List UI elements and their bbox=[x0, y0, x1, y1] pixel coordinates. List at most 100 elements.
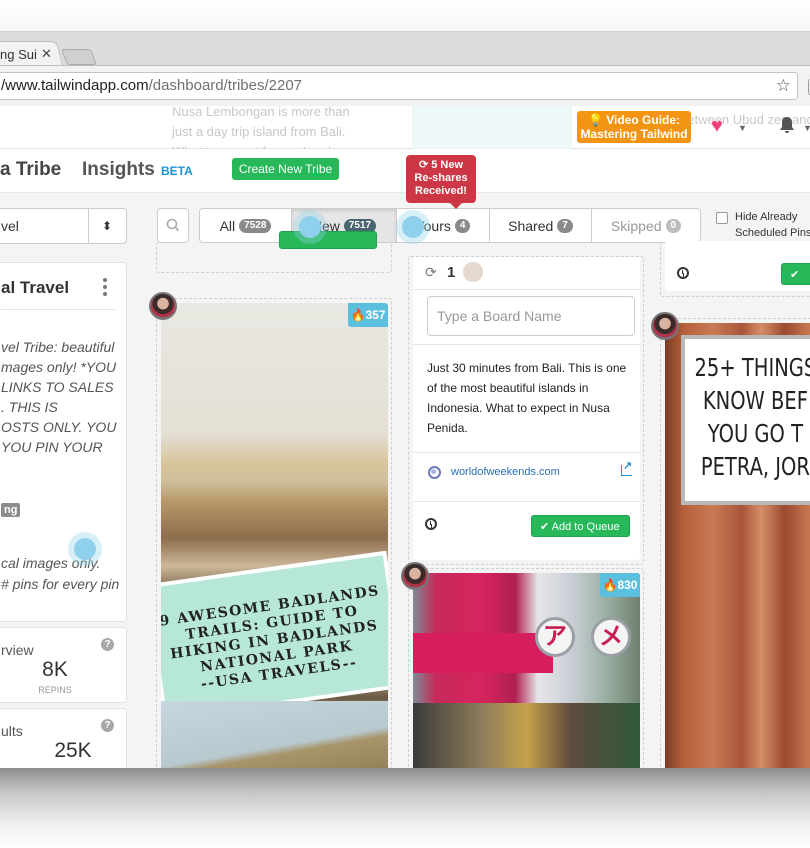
pin-description: Just 30 minutes from Bali. This is one o… bbox=[427, 361, 627, 435]
app-topbar: Nusa Lembongan is more than just a day t… bbox=[0, 106, 810, 179]
external-link-icon[interactable] bbox=[621, 459, 632, 476]
avatar[interactable] bbox=[149, 292, 177, 320]
board-name-input[interactable]: Type a Board Name bbox=[427, 296, 635, 336]
pin-image[interactable]: ア メ 🔥830 bbox=[413, 573, 640, 768]
pin-image-title: 25+ THINGS KNOW BEF YOU GO T PETRA, JOR bbox=[694, 353, 810, 481]
chevron-down-icon[interactable]: ▼ bbox=[738, 123, 747, 133]
search-icon bbox=[166, 218, 180, 232]
add-to-queue-button[interactable]: ✔ bbox=[781, 263, 810, 285]
url-path: /dashboard/tribes/2207 bbox=[148, 77, 303, 94]
tokyo-street bbox=[413, 703, 640, 768]
browser-toolbar: /www.tailwindapp.com/dashboard/tribes/22… bbox=[0, 65, 810, 107]
ghost-panel bbox=[412, 106, 572, 149]
tribe-name: al Travel bbox=[1, 278, 70, 297]
repins-value: 8K bbox=[42, 658, 68, 681]
reach-value: 25K bbox=[54, 739, 92, 762]
pin-card-prev bbox=[156, 231, 392, 273]
source-link[interactable]: worldofweekends.com bbox=[451, 466, 560, 478]
sign-me: メ bbox=[591, 617, 631, 657]
pin-image[interactable]: 25+ THINGS KNOW BEF YOU GO T PETRA, JOR bbox=[665, 323, 810, 768]
search-button[interactable] bbox=[157, 208, 189, 243]
tokyo-awning bbox=[413, 633, 553, 673]
add-to-queue-button[interactable] bbox=[279, 231, 377, 249]
bookmark-star-icon[interactable]: ☆ bbox=[776, 73, 791, 99]
tribe-info-card: al Travel vel Tribe: beautiful mages onl… bbox=[0, 262, 127, 622]
avatar[interactable] bbox=[401, 562, 429, 590]
divider bbox=[413, 452, 640, 453]
divider bbox=[1, 309, 115, 310]
select-divider bbox=[88, 209, 89, 243]
resharer-avatar[interactable] bbox=[463, 262, 483, 282]
reshare-count: 1 bbox=[447, 264, 456, 281]
hide-scheduled-checkbox[interactable] bbox=[716, 212, 728, 224]
count-badge: 4 bbox=[454, 218, 471, 233]
clock-icon[interactable] bbox=[425, 518, 437, 530]
overview-title: rview bbox=[1, 642, 34, 658]
tailwind-page: Nusa Lembongan is more than just a day t… bbox=[0, 106, 810, 768]
tribe-select[interactable]: vel ⬍ bbox=[0, 208, 127, 244]
checkmark-icon: ✔ bbox=[790, 269, 800, 281]
tab-close-icon[interactable]: ✕ bbox=[41, 46, 52, 62]
pin-card-tokyo: ア メ 🔥830 bbox=[408, 568, 644, 768]
touch-indicator bbox=[299, 216, 321, 238]
url-host: /www.tailwindapp.com bbox=[1, 77, 149, 94]
divider bbox=[413, 501, 640, 502]
divider bbox=[413, 344, 640, 345]
overview-card: rview ? 8K REPINS bbox=[0, 627, 127, 703]
count-badge: 7 bbox=[557, 218, 573, 233]
refresh-icon: ⟳ bbox=[418, 159, 429, 171]
more-options-icon[interactable] bbox=[101, 278, 109, 298]
window-shadow bbox=[0, 768, 810, 848]
pin-card-bali: ⟳ 1 Type a Board Name Just 30 minutes fr… bbox=[408, 256, 644, 565]
pin-footer: ✔ bbox=[665, 241, 810, 291]
reshares-badge[interactable]: ⟳ 5 New Re-shares Received! bbox=[406, 155, 476, 209]
clock-icon[interactable] bbox=[677, 267, 689, 279]
touch-indicator bbox=[402, 216, 424, 238]
avatar[interactable] bbox=[651, 312, 679, 340]
reshare-icon: ⟳ bbox=[425, 264, 437, 280]
address-bar[interactable]: /www.tailwindapp.com/dashboard/tribes/22… bbox=[0, 72, 798, 100]
lightbulb-icon: 💡 bbox=[587, 113, 603, 127]
tribe-rules: cal images only. # pins for every pin bbox=[1, 555, 120, 592]
tribe-tag[interactable]: ng bbox=[1, 503, 21, 517]
pin-card-badlands: 9 AWESOME BADLANDS TRAILS: GUIDE TO HIKI… bbox=[156, 298, 392, 768]
nav-tribe[interactable]: a Tribe bbox=[0, 159, 61, 181]
results-title: ults bbox=[1, 723, 23, 739]
checkmark-icon: ✔ bbox=[540, 521, 550, 533]
results-card: ults ? 25K bbox=[0, 708, 127, 768]
fire-icon: 🔥 bbox=[350, 308, 366, 322]
select-arrows-icon: ⬍ bbox=[102, 219, 113, 233]
video-guide-button[interactable]: 💡 Video Guide: Mastering Tailwind bbox=[577, 111, 691, 143]
window-top bbox=[0, 0, 810, 31]
count-badge: 0 bbox=[665, 218, 682, 233]
new-tab-button[interactable] bbox=[61, 49, 97, 65]
pin-image[interactable]: 9 AWESOME BADLANDS TRAILS: GUIDE TO HIKI… bbox=[161, 303, 388, 768]
badlands-lower-photo bbox=[161, 701, 388, 768]
help-icon[interactable]: ? bbox=[101, 719, 114, 732]
heart-icon[interactable]: ♥ bbox=[711, 115, 723, 138]
tab-skipped[interactable]: Skipped 0 bbox=[592, 209, 700, 242]
pin-details: ⟳ 1 Type a Board Name Just 30 minutes fr… bbox=[413, 257, 640, 560]
divider bbox=[413, 289, 640, 290]
bell-icon[interactable] bbox=[779, 116, 795, 134]
help-icon[interactable]: ? bbox=[101, 638, 114, 651]
repin-count-badge: 🔥830 bbox=[600, 573, 640, 597]
touch-indicator bbox=[74, 538, 96, 560]
count-badge: 7528 bbox=[239, 218, 272, 233]
filter-tabs: All 7528 New 7517 Yours 4 Shared 7 Skipped 0 bbox=[199, 208, 701, 243]
tribe-navbar: a Tribe Insights BETA Create New Tribe bbox=[0, 149, 810, 193]
tribe-description: vel Tribe: beautiful mages only! *YOU LI… bbox=[1, 339, 117, 455]
nav-insights[interactable]: Insights bbox=[82, 159, 155, 181]
add-to-queue-button[interactable]: ✔ Add to Queue bbox=[531, 515, 630, 537]
browser-tab-title[interactable]: ng Sui bbox=[0, 47, 37, 62]
browser-chrome: ng Sui ✕ /www.tailwindapp.com/dashboard/… bbox=[0, 31, 810, 107]
repin-count-badge: 🔥357 bbox=[348, 303, 388, 327]
fire-icon: 🔥 bbox=[602, 578, 618, 592]
chevron-down-icon[interactable]: ▼ bbox=[803, 123, 810, 133]
globe-icon bbox=[428, 466, 441, 479]
hide-scheduled-label[interactable]: Hide Already Scheduled Pins bbox=[735, 209, 810, 241]
create-new-tribe-button[interactable]: Create New Tribe bbox=[232, 158, 339, 180]
tab-shared[interactable]: Shared 7 bbox=[490, 209, 592, 242]
pin-card-prev-right: ✔ bbox=[660, 241, 810, 297]
beta-badge: BETA bbox=[161, 164, 193, 178]
